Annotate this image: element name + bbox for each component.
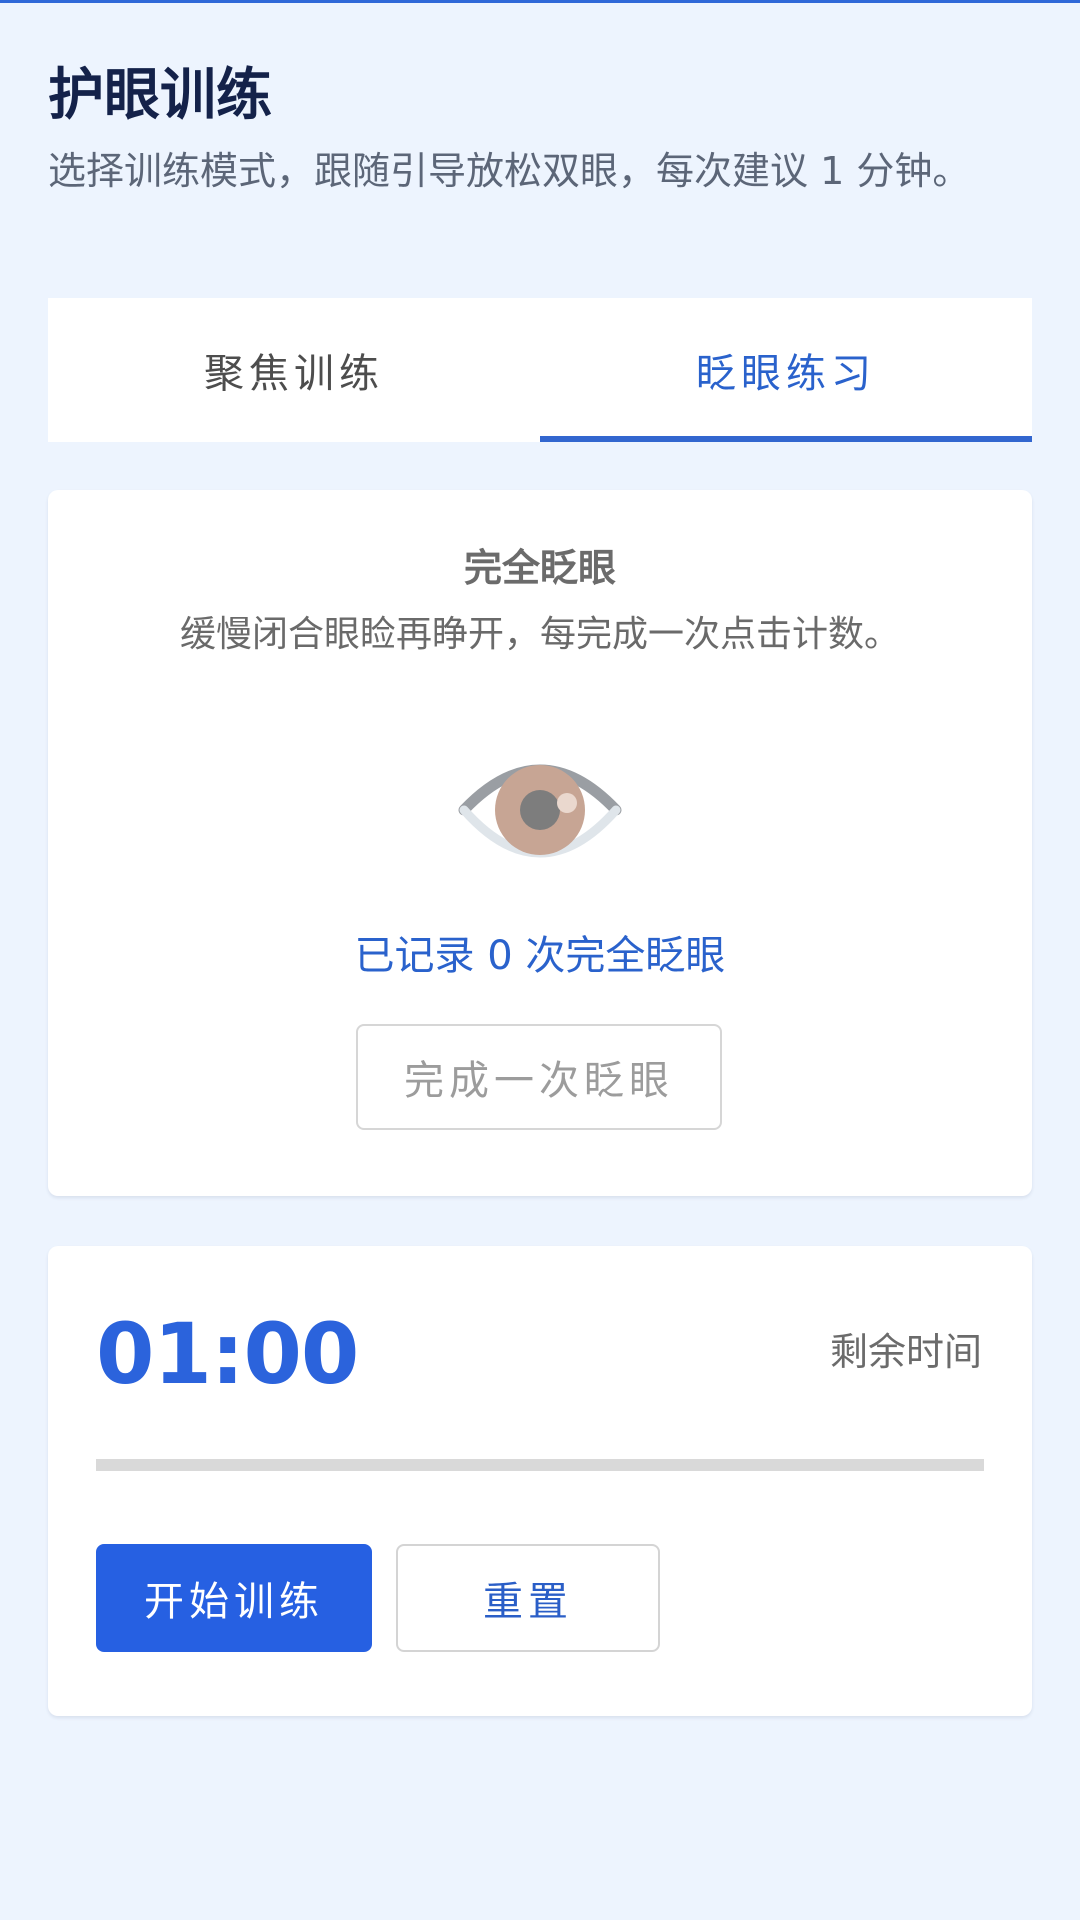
tab-blink-practice[interactable]: 眨眼练习 bbox=[540, 298, 1032, 442]
start-training-button[interactable]: 开始训练 bbox=[96, 1544, 372, 1652]
complete-blink-button[interactable]: 完成一次眨眼 bbox=[356, 1024, 722, 1130]
blink-card-title: 完全眨眼 bbox=[463, 546, 616, 590]
page-subtitle: 选择训练模式，跟随引导放松双眼，每次建议 1 分钟。 bbox=[48, 149, 971, 193]
reset-button[interactable]: 重置 bbox=[396, 1544, 660, 1652]
timer-display: 01:00 bbox=[96, 1305, 359, 1403]
mode-tabs: 聚焦训练 眨眼练习 bbox=[48, 298, 1032, 442]
tab-focus-training[interactable]: 聚焦训练 bbox=[48, 298, 540, 442]
top-accent-line bbox=[0, 0, 1080, 3]
remaining-time-label: 剩余时间 bbox=[829, 1330, 982, 1374]
timer-progress-bar bbox=[96, 1459, 984, 1471]
blink-card-description: 缓慢闭合眼睑再睁开，每完成一次点击计数。 bbox=[179, 614, 900, 655]
eye-icon bbox=[458, 764, 622, 858]
page-title: 护眼训练 bbox=[48, 63, 272, 128]
blink-count-text: 已记录 0 次完全眨眼 bbox=[354, 933, 726, 979]
